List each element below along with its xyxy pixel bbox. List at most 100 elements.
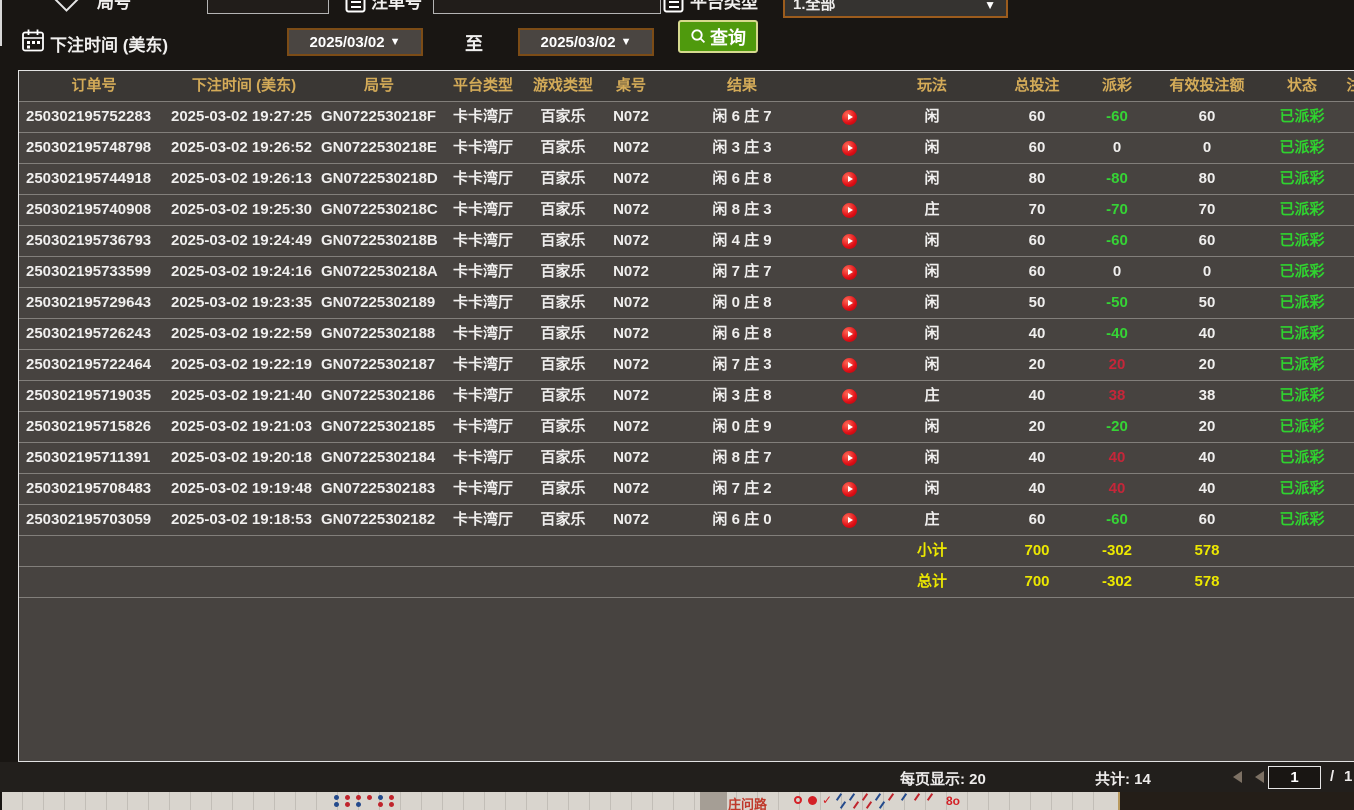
cell-payout: -302 <box>1087 567 1147 597</box>
grid-line <box>631 792 632 810</box>
cell-empty <box>439 567 527 597</box>
grid-line <box>505 792 506 810</box>
page-separator: / <box>1330 768 1334 785</box>
panel-edge-line <box>0 0 2 46</box>
cell-status: 已派彩 <box>1267 102 1337 132</box>
grid-line <box>1093 792 1094 810</box>
play-video-icon[interactable] <box>842 203 857 218</box>
cell-payout: -40 <box>1087 319 1147 349</box>
header-cell: 平台类型 <box>439 71 527 101</box>
banker-road-label: 庄问路 <box>728 794 767 810</box>
cell-valid-bet: 60 <box>1147 505 1267 535</box>
first-page-arrow-icon[interactable] <box>1233 771 1242 783</box>
list-icon <box>345 0 366 13</box>
cell-play-type: 闲 <box>877 102 987 132</box>
cell-payout: 20 <box>1087 350 1147 380</box>
cell-play-type: 闲 <box>877 257 987 287</box>
cell-table-no: N072 <box>599 381 663 411</box>
cell-round-no: GN0722530218B <box>319 226 439 256</box>
cell-empty <box>599 536 663 566</box>
play-video-icon[interactable] <box>842 110 857 125</box>
cell-valid-bet: 20 <box>1147 350 1267 380</box>
cell-round-no: GN07225302183 <box>319 474 439 504</box>
play-video-icon[interactable] <box>842 265 857 280</box>
bet-no-label: 注单号 <box>371 0 422 13</box>
cell-round-no: GN0722530218A <box>319 257 439 287</box>
round-no-input[interactable] <box>207 0 329 14</box>
cell-payout: 38 <box>1087 381 1147 411</box>
cell-video <box>821 102 877 132</box>
cell-video <box>821 412 877 442</box>
cell-empty <box>1267 567 1337 597</box>
grid-line <box>568 792 569 810</box>
cell-total-bet: 60 <box>987 133 1087 163</box>
cell-payout: -60 <box>1087 505 1147 535</box>
cell-round-no: GN07225302185 <box>319 412 439 442</box>
date-from-picker[interactable]: 2025/03/02 ▼ <box>287 28 423 56</box>
grid-line <box>148 792 149 810</box>
cell-table-no: N072 <box>599 133 663 163</box>
chevron-down-icon: ▼ <box>390 36 401 48</box>
cell-empty <box>821 536 877 566</box>
table-row: 2503021957158262025-03-02 19:21:03GN0722… <box>19 412 1354 443</box>
cell-result: 闲 8 庄 3 <box>663 195 821 225</box>
play-video-icon[interactable] <box>842 451 857 466</box>
cell-order-no: 250302195744918 <box>19 164 169 194</box>
bet-no-input[interactable] <box>433 0 661 14</box>
cell-video <box>821 443 877 473</box>
cell-video <box>821 505 877 535</box>
cell-status: 已派彩 <box>1267 474 1337 504</box>
grid-line <box>526 792 527 810</box>
table-row: 2503021957262432025-03-02 19:22:59GN0722… <box>19 319 1354 350</box>
cell-empty <box>821 567 877 597</box>
play-video-icon[interactable] <box>842 482 857 497</box>
play-video-icon[interactable] <box>842 296 857 311</box>
cell-platform: 卡卡湾厅 <box>439 319 527 349</box>
play-video-icon[interactable] <box>842 513 857 528</box>
cell-status: 已派彩 <box>1267 505 1337 535</box>
cell-empty <box>19 567 169 597</box>
roadmap-panel-edge <box>700 792 727 810</box>
cell-total-bet: 60 <box>987 226 1087 256</box>
table-row: 2503021957367932025-03-02 19:24:49GN0722… <box>19 226 1354 257</box>
cell-result: 闲 6 庄 8 <box>663 164 821 194</box>
play-video-icon[interactable] <box>842 420 857 435</box>
grid-line <box>190 792 191 810</box>
banker-ring-icon <box>794 796 802 804</box>
platform-type-select[interactable]: 1.全部 ▼ <box>783 0 1008 18</box>
cell-table-no: N072 <box>599 195 663 225</box>
cell-video <box>821 474 877 504</box>
cell-round-no: GN0722530218D <box>319 164 439 194</box>
bead-road-dot <box>356 802 361 807</box>
table-header-row: 订单号下注时间 (美东)局号平台类型游戏类型桌号结果玩法总投注派彩有效投注额状态… <box>19 71 1354 102</box>
grid-line <box>1030 792 1031 810</box>
cell-clipped <box>1337 257 1354 287</box>
cell-payout: -60 <box>1087 102 1147 132</box>
page-number-input[interactable]: 1 <box>1268 766 1321 789</box>
cell-order-no: 250302195726243 <box>19 319 169 349</box>
cell-total-bet: 40 <box>987 319 1087 349</box>
play-video-icon[interactable] <box>842 141 857 156</box>
cell-play-type: 闲 <box>877 288 987 318</box>
query-button[interactable]: 查询 <box>678 20 758 53</box>
cell-game-type: 百家乐 <box>527 443 599 473</box>
header-cell: 游戏类型 <box>527 71 599 101</box>
play-video-icon[interactable] <box>842 358 857 373</box>
play-video-icon[interactable] <box>842 234 857 249</box>
pagination-bar: 每页显示: 20 共计: 14 1 / 1 <box>0 762 1354 792</box>
background-dark-panel <box>1118 792 1354 810</box>
cell-valid-bet: 80 <box>1147 164 1267 194</box>
cell-result: 闲 6 庄 8 <box>663 319 821 349</box>
cell-result: 闲 3 庄 8 <box>663 381 821 411</box>
play-video-icon[interactable] <box>842 172 857 187</box>
grid-line <box>169 792 170 810</box>
play-video-icon[interactable] <box>842 389 857 404</box>
prev-page-arrow-icon[interactable] <box>1255 771 1264 783</box>
cell-empty <box>599 567 663 597</box>
header-cell: 订单号 <box>19 71 169 101</box>
play-video-icon[interactable] <box>842 327 857 342</box>
cell-total-bet: 60 <box>987 257 1087 287</box>
date-to-picker[interactable]: 2025/03/02 ▼ <box>518 28 654 56</box>
page-total: 1 <box>1344 768 1352 785</box>
cell-game-type: 百家乐 <box>527 257 599 287</box>
